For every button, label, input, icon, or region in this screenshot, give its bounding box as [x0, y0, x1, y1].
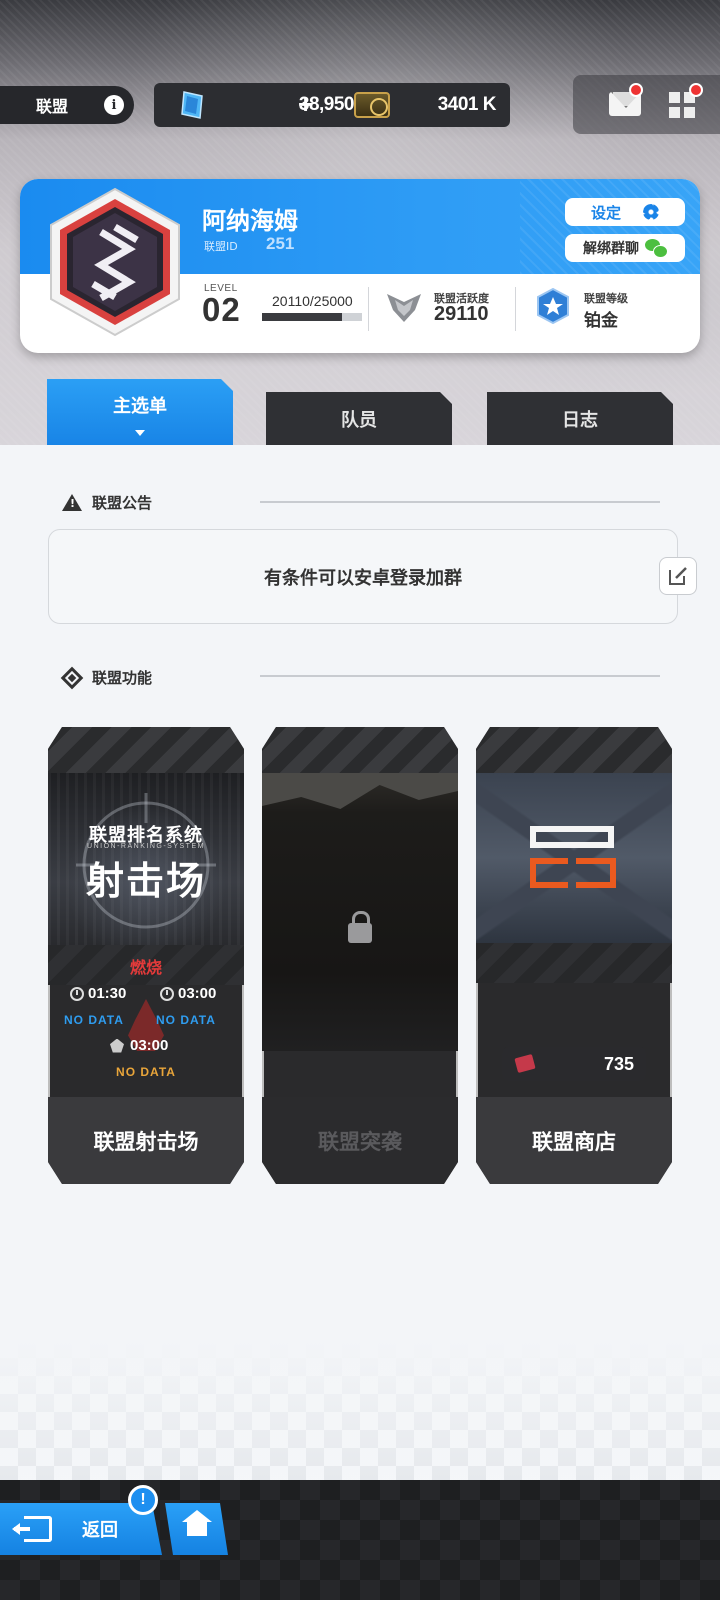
range-timer-2: 03:00: [160, 985, 216, 1002]
union-shop-logo: [528, 824, 618, 888]
range-card-label: 联盟射击场: [48, 1097, 244, 1184]
exp-progress-bar: [262, 313, 362, 321]
exp-text: 20110/25000: [272, 293, 353, 309]
range-nodata-1: NO DATA: [64, 1013, 124, 1027]
gem-icon: [181, 91, 203, 119]
exit-icon: [12, 1516, 52, 1542]
unbind-label: 解绑群聊: [583, 241, 639, 257]
gear-icon: [643, 204, 659, 220]
lock-icon: [348, 923, 372, 943]
activity-icon: [387, 294, 421, 322]
union-range-card[interactable]: 联盟排名系统 UNION-RANKING-SYSTEM 射击场 燃烧 01:30…: [48, 727, 244, 1184]
range-time-2: 03:00: [178, 985, 217, 1002]
rank-badge-icon: [537, 288, 569, 324]
mail-notification-dot: [629, 83, 643, 97]
tab-main-menu-label: 主选单: [113, 395, 167, 417]
skull-icon: [110, 1039, 124, 1053]
alert-badge: !: [128, 1485, 158, 1515]
divider: [260, 675, 660, 677]
range-nodata-2: NO DATA: [156, 1013, 216, 1027]
union-shop-card[interactable]: 735 联盟商店: [476, 727, 672, 1184]
notice-box: 有条件可以安卓登录加群: [48, 529, 678, 624]
currency-bar: 38,950 + 3401 K: [154, 83, 510, 127]
menu-grid-icon[interactable]: [669, 92, 695, 118]
divider: [260, 501, 660, 503]
page-title-pill: 联盟 i: [0, 86, 134, 124]
rank-value: 铂金: [584, 311, 618, 330]
raid-card-label: 联盟突袭: [262, 1097, 458, 1184]
union-raid-card[interactable]: 联盟突袭: [262, 727, 458, 1184]
card-stripes: [476, 727, 672, 773]
range-status: 燃烧: [129, 958, 162, 977]
exp-progress-fill: [262, 313, 343, 321]
union-id-label: 联盟ID: [204, 240, 238, 253]
home-icon: [181, 1510, 212, 1540]
notice-section-heading: 联盟公告: [62, 492, 152, 513]
topbar-actions: [573, 75, 720, 134]
wechat-icon: [645, 239, 668, 258]
tab-log[interactable]: 日志: [487, 392, 673, 446]
activity-value: 29110: [434, 303, 489, 325]
tab-members-label: 队员: [341, 410, 377, 431]
credit-amount: 3401 K: [437, 94, 497, 115]
shop-currency: 735: [502, 1047, 646, 1081]
back-label: 返回: [82, 1520, 118, 1541]
alarm-clock-icon: [70, 987, 84, 1001]
union-level: 02: [202, 291, 241, 328]
range-time-1: 01:30: [88, 985, 127, 1002]
buy-gems-button[interactable]: +: [298, 90, 313, 118]
info-icon[interactable]: i: [104, 95, 124, 115]
rank-label: 联盟等级: [584, 292, 628, 305]
unbind-group-chat-button[interactable]: 解绑群聊: [565, 234, 685, 262]
shop-card-label: 联盟商店: [476, 1097, 672, 1184]
caret-down-icon: [135, 430, 145, 436]
range-time-3: 03:00: [130, 1037, 169, 1054]
functions-section-heading: 联盟功能: [60, 666, 153, 689]
home-button[interactable]: [165, 1503, 228, 1555]
tab-main-menu[interactable]: 主选单: [47, 379, 233, 446]
settings-button[interactable]: 设定: [565, 198, 685, 226]
notice-text: 有条件可以安卓登录加群: [264, 567, 462, 589]
range-art-title-large: 射击场: [85, 859, 206, 903]
edit-notice-button[interactable]: [659, 557, 697, 595]
card-stripes: [476, 943, 672, 983]
edit-icon: [669, 567, 687, 585]
range-art-subtitle: UNION-RANKING-SYSTEM: [87, 843, 205, 850]
alarm-clock-icon: [160, 987, 174, 1001]
menu-notification-dot: [689, 83, 703, 97]
union-name: 阿纳海姆: [202, 207, 298, 235]
divider: [515, 287, 516, 331]
shop-currency-amount: 735: [603, 1054, 634, 1074]
notice-heading: 联盟公告: [92, 494, 153, 512]
range-timer-1: 01:30: [70, 985, 126, 1002]
union-id: 251: [266, 234, 295, 253]
settings-label: 设定: [590, 203, 621, 222]
page-title: 联盟: [36, 97, 69, 116]
diamond-icon: [60, 666, 84, 689]
divider: [368, 287, 369, 331]
tab-log-label: 日志: [562, 410, 598, 431]
functions-heading: 联盟功能: [92, 669, 153, 687]
tab-members[interactable]: 队员: [266, 392, 452, 446]
warning-icon: [62, 494, 82, 511]
union-ticket-icon: [514, 1054, 535, 1073]
card-stripes: [262, 727, 458, 773]
range-nodata-3: NO DATA: [116, 1065, 176, 1079]
credit-icon: [354, 92, 390, 118]
union-emblem: [50, 187, 180, 337]
card-stripes: [48, 727, 244, 773]
range-timer-3: 03:00: [110, 1037, 168, 1054]
